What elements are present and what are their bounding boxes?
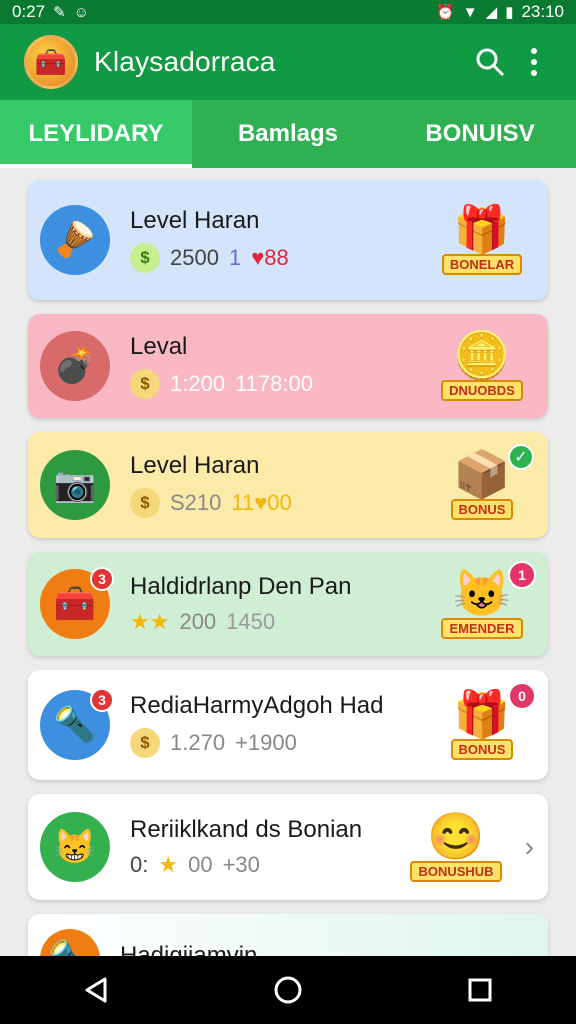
card-title: Leval	[130, 333, 188, 360]
battery-icon: ▮	[505, 4, 514, 21]
reward-image[interactable]: 😊 BONUSHUB	[400, 802, 512, 892]
smiley-face-icon: 😊	[427, 809, 485, 862]
torch-icon: 🔦 3	[40, 688, 114, 760]
tab-bonus[interactable]: BONUISV	[384, 100, 576, 168]
card-stat: 2500	[170, 245, 219, 270]
status-clock: 23:10	[521, 2, 564, 21]
search-button[interactable]	[468, 40, 512, 84]
alarm-icon: ⏰	[436, 4, 455, 21]
reward-label: BONELAR	[441, 253, 523, 275]
reward-label: BONUS	[450, 498, 514, 520]
card-stat-secondary: 11♥00	[231, 490, 292, 515]
notification-icon: ✎	[53, 4, 66, 21]
list-item[interactable]: 💣 Leval $ 1:200 1178:00 🪙 DNUOBDS	[28, 314, 548, 418]
card-title: Level Haran	[130, 207, 260, 234]
reward-label: EMENDER	[441, 617, 523, 639]
tab-bamlags[interactable]: Bamlags	[192, 100, 384, 168]
level-list: 🪘 Level Haran $ 2500 1 ♥88 🎁 BONELAR 💣 L…	[28, 180, 548, 988]
star-icon: ★	[158, 852, 179, 877]
smiley-icon: 😸	[40, 812, 110, 882]
card-stat-secondary: 1	[228, 245, 242, 270]
card-title: Haldidrlanp Den Pan	[130, 573, 352, 600]
reward-badge: 1	[508, 561, 536, 589]
notification-badge: 3	[90, 567, 114, 591]
card-title: Reriiklkand ds Bonian	[130, 816, 363, 843]
card-title: Level Haran	[130, 452, 260, 479]
home-button[interactable]	[248, 960, 328, 1020]
app-logo: 🧰	[24, 35, 78, 89]
card-stat: S210	[170, 490, 222, 515]
chevron-right-icon[interactable]: ›	[525, 831, 534, 863]
card-stat: 200	[179, 609, 217, 634]
recents-button[interactable]	[440, 960, 520, 1020]
list-item[interactable]: 🧰 3 Haldidrlanp Den Pan ★★ 200 1450 1 😺 …	[28, 552, 548, 656]
hearts-value: ♥88	[251, 245, 289, 270]
gold-coins-icon: 🪙	[453, 328, 511, 381]
list-item[interactable]: 📷 Level Haran $ S210 11♥00 ✓ 📦 BONUS	[28, 432, 548, 538]
chest-icon: 🧰 3	[40, 567, 114, 639]
reward-image[interactable]: 🪙 DNUOBDS	[426, 321, 538, 411]
app-notification-icon: ☺	[73, 3, 89, 21]
dollar-coin-icon: $	[130, 728, 160, 758]
reward-label: BONUS	[450, 738, 514, 760]
reward-label: DNUOBDS	[441, 379, 523, 401]
card-stat: 1.270	[170, 730, 226, 755]
recents-icon	[468, 978, 492, 1002]
stars-icon: ★★	[130, 609, 170, 634]
card-stat: 1:200	[170, 371, 226, 396]
reward-badge: 0	[508, 682, 536, 710]
gift-box-icon: 🎁	[453, 687, 511, 740]
back-icon	[85, 977, 107, 1003]
card-stat-secondary: +30	[222, 852, 260, 877]
check-icon: ✓	[508, 444, 534, 470]
status-time: 0:27	[12, 2, 46, 21]
system-nav-bar	[0, 956, 576, 1024]
card-title: RediaHarmyAdgoh Had	[130, 692, 384, 719]
reward-label: BONUSHUB	[410, 860, 502, 882]
search-icon	[476, 48, 505, 77]
dollar-coin-icon: $	[130, 488, 160, 518]
dollar-coin-icon: $	[130, 369, 160, 399]
gift-chest-icon: 🎁	[453, 202, 511, 255]
wifi-icon: ▼	[462, 3, 478, 21]
camera-icon: 📷	[40, 450, 110, 520]
reward-image[interactable]: ✓ 📦 BONUS	[426, 440, 538, 530]
app-title: Klaysadorraca	[94, 46, 276, 77]
cannon-icon: 💣	[40, 331, 110, 401]
tab-legendary[interactable]: LEYLIDARY	[0, 100, 192, 168]
card-stat-secondary: 1450	[226, 609, 276, 634]
status-bar: 0:27 ✎ ☺ ⏰ ▼ ◢ ▮ 23:10	[0, 0, 576, 24]
cannon-gold-icon: 🪘	[40, 205, 110, 275]
reward-image[interactable]: 🎁 BONELAR	[426, 195, 538, 285]
notification-badge: 3	[90, 688, 114, 712]
signal-icon: ◢	[485, 4, 498, 21]
card-stat-extra: 00	[188, 852, 213, 877]
reward-image[interactable]: 1 😺 EMENDER	[426, 559, 538, 649]
cat-face-icon: 😺	[453, 566, 511, 619]
list-item[interactable]: 🔦 3 RediaHarmyAdgoh Had $ 1.270 +1900 0 …	[28, 670, 548, 780]
list-item[interactable]: 😸 Reriiklkand ds Bonian 0: ★ 00 +30 😊 BO…	[28, 794, 548, 900]
back-button[interactable]	[56, 960, 136, 1020]
app-bar: 🧰 Klaysadorraca	[0, 24, 576, 100]
tab-bar: LEYLIDARY Bamlags BONUISV	[0, 100, 576, 168]
list-item[interactable]: 🪘 Level Haran $ 2500 1 ♥88 🎁 BONELAR	[28, 180, 548, 300]
more-vert-icon	[531, 48, 537, 76]
card-stat-secondary: +1900	[235, 730, 297, 755]
card-stat-secondary: 1178:00	[235, 371, 313, 396]
overflow-menu-button[interactable]	[512, 40, 556, 84]
card-stat: 0:	[130, 852, 149, 877]
reward-image[interactable]: 0 🎁 BONUS	[426, 680, 538, 770]
dollar-coin-icon: $	[130, 243, 160, 273]
home-icon	[274, 976, 302, 1004]
bonus-box-icon: 📦	[453, 447, 511, 500]
